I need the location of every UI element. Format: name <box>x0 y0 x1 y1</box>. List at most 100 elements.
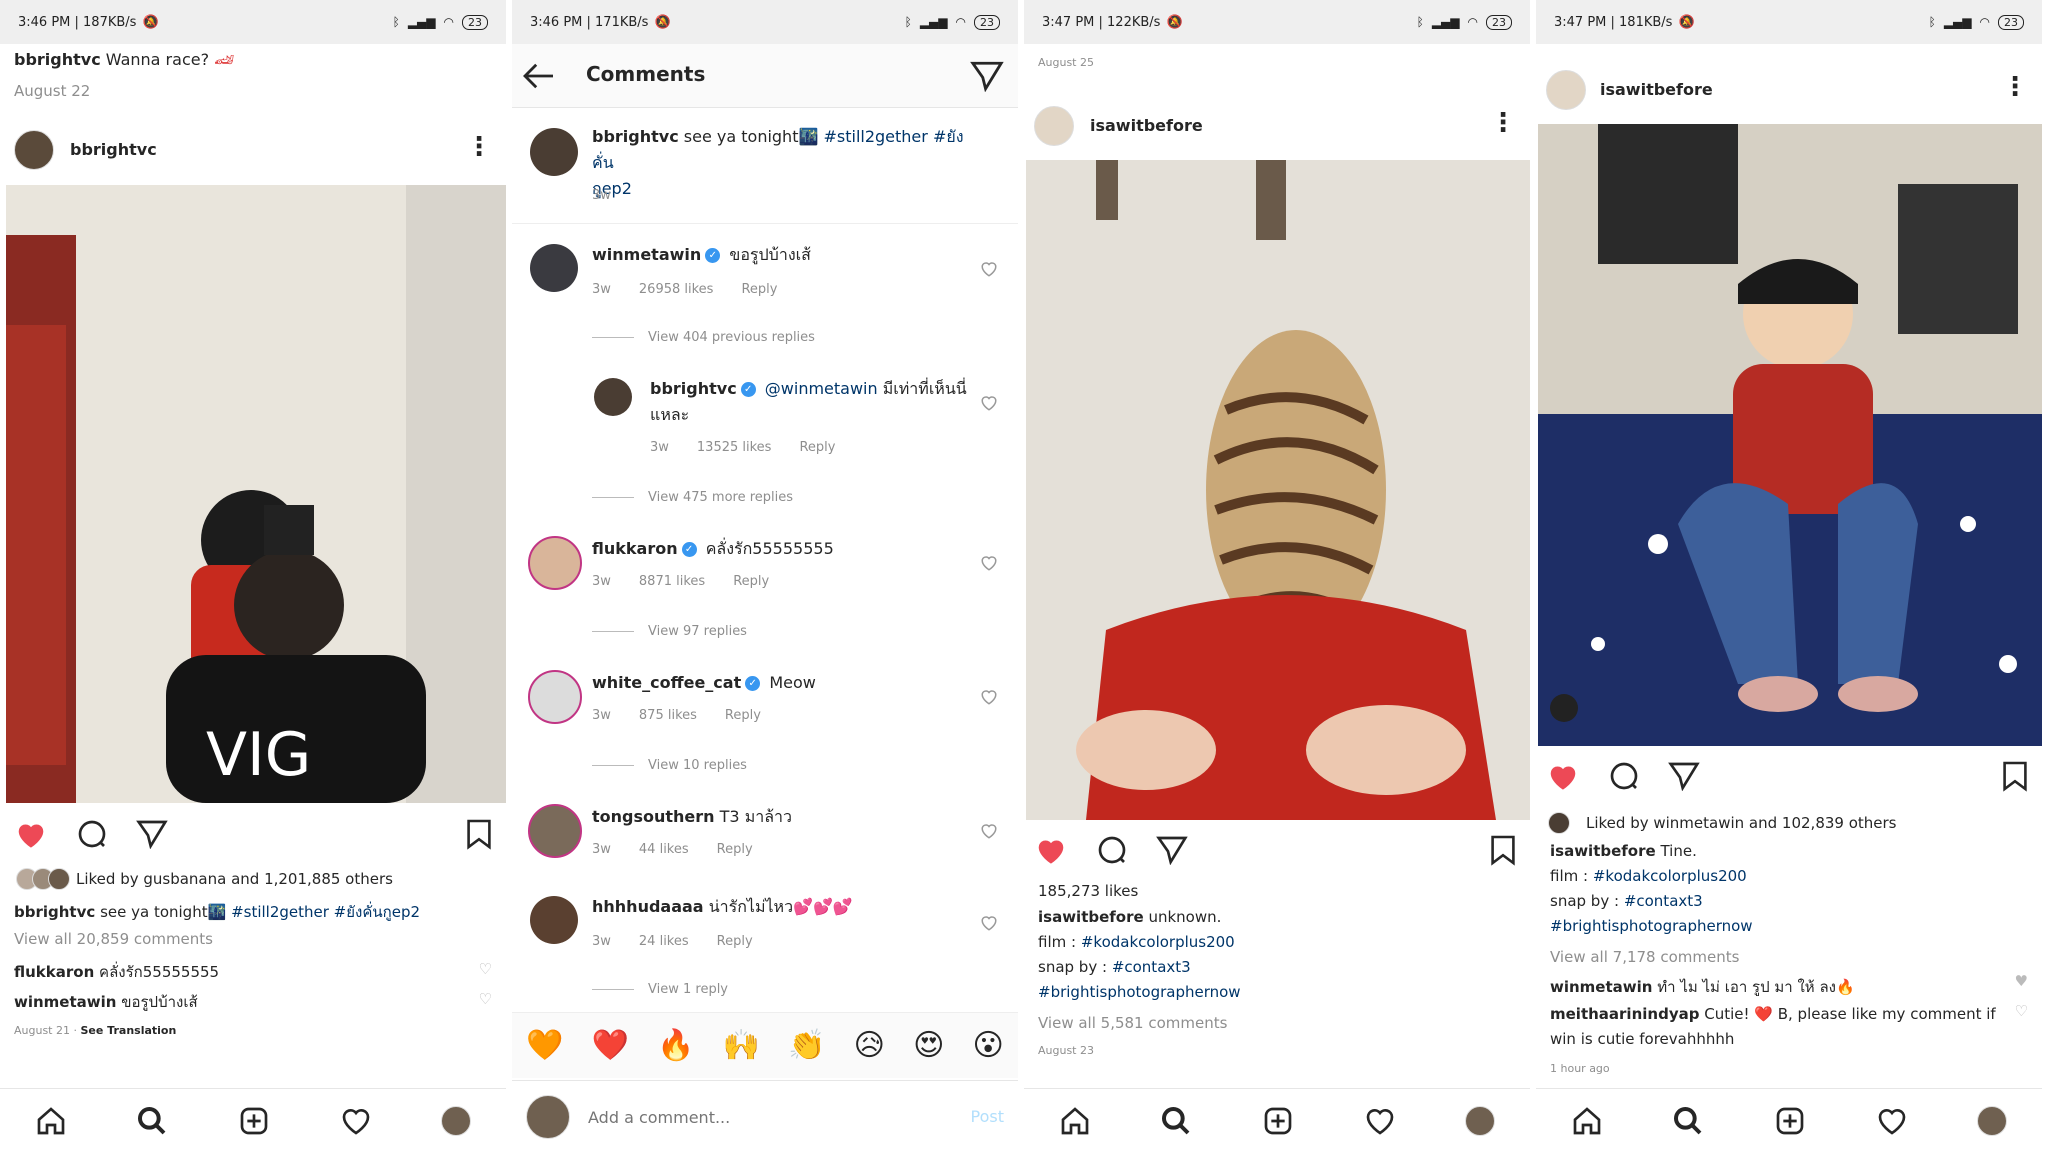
view-all-comments[interactable]: View all 7,178 comments <box>1550 948 2028 966</box>
avatar[interactable] <box>530 896 578 944</box>
search-icon[interactable] <box>1160 1105 1192 1137</box>
view-replies-link[interactable]: View 404 previous replies <box>592 330 815 345</box>
more-options-icon[interactable]: ⋮ <box>1490 110 1516 136</box>
like-heart-icon[interactable] <box>1546 761 1580 791</box>
post-photo[interactable] <box>1538 124 2042 746</box>
avatar[interactable] <box>1546 70 1586 110</box>
add-post-icon[interactable] <box>238 1105 270 1137</box>
heart-icon[interactable] <box>340 1105 372 1137</box>
comment-likes[interactable]: 875 likes <box>639 708 697 723</box>
snap-hashtag[interactable]: #contaxt3 <box>1112 958 1191 976</box>
home-icon[interactable] <box>1059 1105 1091 1137</box>
comment-like-icon[interactable]: ♥ <box>2015 972 2028 990</box>
comment-like-icon[interactable]: ♡ <box>479 960 492 978</box>
post-username[interactable]: isawitbefore <box>1600 80 1713 99</box>
like-heart-icon[interactable] <box>14 819 48 849</box>
comment-like-icon[interactable] <box>980 822 998 840</box>
comment-likes[interactable]: 13525 likes <box>697 440 772 455</box>
search-icon[interactable] <box>1672 1105 1704 1137</box>
comment-icon[interactable] <box>1608 760 1640 792</box>
comment-like-icon[interactable]: ♡ <box>2015 1002 2028 1020</box>
emoji-fire[interactable]: 🔥 <box>657 1028 694 1063</box>
avatar[interactable] <box>528 536 582 590</box>
emoji-raised-hands[interactable]: 🙌 <box>723 1028 760 1063</box>
comment-icon[interactable] <box>76 818 108 850</box>
comment-like-icon[interactable] <box>980 688 998 706</box>
caption-hashtag[interactable]: #brightisphotographernow <box>1038 983 1516 1001</box>
avatar[interactable] <box>14 130 54 170</box>
emoji-clapping[interactable]: 👏 <box>788 1028 825 1063</box>
avatar[interactable] <box>528 804 582 858</box>
comment-like-icon[interactable] <box>980 394 998 412</box>
avatar[interactable] <box>594 378 632 416</box>
emoji-orange-heart[interactable]: 🧡 <box>526 1028 563 1063</box>
caption-username[interactable]: isawitbefore <box>1038 908 1144 926</box>
caption-hashtag[interactable]: #brightisphotographernow <box>1550 917 2028 935</box>
comment-like-icon[interactable] <box>980 260 998 278</box>
view-all-comments[interactable]: View all 20,859 comments <box>14 930 492 948</box>
save-bookmark-icon[interactable] <box>1490 834 1516 866</box>
comment-like-icon[interactable] <box>980 554 998 572</box>
add-post-icon[interactable] <box>1774 1105 1806 1137</box>
save-bookmark-icon[interactable] <box>466 818 492 850</box>
avatar[interactable] <box>530 244 578 292</box>
profile-avatar[interactable] <box>1465 1105 1496 1136</box>
liked-by[interactable]: Liked by gusbanana and 1,201,885 others <box>14 870 492 888</box>
comment-username[interactable]: white_coffee_cat <box>592 673 741 692</box>
add-post-icon[interactable] <box>1262 1105 1294 1137</box>
comment-like-icon[interactable]: ♡ <box>479 990 492 1008</box>
caption-username[interactable]: bbrightvc <box>592 127 679 146</box>
comment-icon[interactable] <box>1096 834 1128 866</box>
comment-username[interactable]: flukkaron <box>592 539 678 558</box>
view-replies-link[interactable]: View 1 reply <box>592 982 728 997</box>
post-username[interactable]: isawitbefore <box>1090 116 1203 135</box>
reply-button[interactable]: Reply <box>799 440 835 455</box>
search-icon[interactable] <box>136 1105 168 1137</box>
share-icon[interactable] <box>1668 761 1700 791</box>
caption-username[interactable]: isawitbefore <box>1550 842 1656 860</box>
emoji-crying[interactable]: 😥 <box>854 1028 885 1063</box>
avatar[interactable] <box>530 128 578 176</box>
comment-username[interactable]: meithaarinindyap <box>1550 1005 1699 1023</box>
likes-count[interactable]: 185,273 likes <box>1038 882 1516 900</box>
caption-username[interactable]: bbrightvc <box>14 50 101 69</box>
avatar[interactable] <box>528 670 582 724</box>
comment-username[interactable]: winmetawin <box>14 993 116 1011</box>
reply-button[interactable]: Reply <box>725 708 761 723</box>
liked-by[interactable]: Liked by winmetawin and 102,839 others <box>1550 814 2028 832</box>
heart-icon[interactable] <box>1876 1105 1908 1137</box>
comment-username[interactable]: tongsouthern <box>592 807 715 826</box>
reply-button[interactable]: Reply <box>733 574 769 589</box>
more-options-icon[interactable]: ⋮ <box>466 134 492 160</box>
view-replies-link[interactable]: View 10 replies <box>592 758 747 773</box>
comment-username[interactable]: winmetawin <box>1550 978 1652 996</box>
film-hashtag[interactable]: #kodakcolorplus200 <box>1081 933 1235 951</box>
emoji-red-heart[interactable]: ❤️ <box>592 1028 629 1063</box>
post-comment-button[interactable]: Post <box>971 1107 1004 1126</box>
emoji-surprised[interactable]: 😮 <box>973 1028 1004 1063</box>
comment-username[interactable]: winmetawin <box>592 245 701 264</box>
share-icon[interactable] <box>136 819 168 849</box>
home-icon[interactable] <box>1571 1105 1603 1137</box>
profile-avatar[interactable] <box>441 1105 472 1136</box>
comment-username[interactable]: flukkaron <box>14 963 94 981</box>
snap-hashtag[interactable]: #contaxt3 <box>1624 892 1703 910</box>
caption-username[interactable]: bbrightvc <box>14 903 95 921</box>
comment-mention[interactable]: @winmetawin <box>765 379 878 398</box>
comment-username[interactable]: bbrightvc <box>650 379 737 398</box>
film-hashtag[interactable]: #kodakcolorplus200 <box>1593 867 1747 885</box>
see-translation-link[interactable]: See Translation <box>81 1024 177 1037</box>
comment-likes[interactable]: 44 likes <box>639 842 689 857</box>
comment-like-icon[interactable] <box>980 914 998 932</box>
like-heart-icon[interactable] <box>1034 835 1068 865</box>
share-icon[interactable] <box>970 60 1004 92</box>
reply-button[interactable]: Reply <box>717 842 753 857</box>
comment-likes[interactable]: 26958 likes <box>639 282 714 297</box>
home-icon[interactable] <box>35 1105 67 1137</box>
reply-button[interactable]: Reply <box>717 934 753 949</box>
avatar[interactable] <box>1034 106 1074 146</box>
more-options-icon[interactable]: ⋮ <box>2002 74 2028 100</box>
caption-hashtags[interactable]: #still2gether #ยังคั่นกูep2 <box>231 903 420 921</box>
comment-likes[interactable]: 8871 likes <box>639 574 705 589</box>
view-all-comments[interactable]: View all 5,581 comments <box>1038 1014 1516 1032</box>
